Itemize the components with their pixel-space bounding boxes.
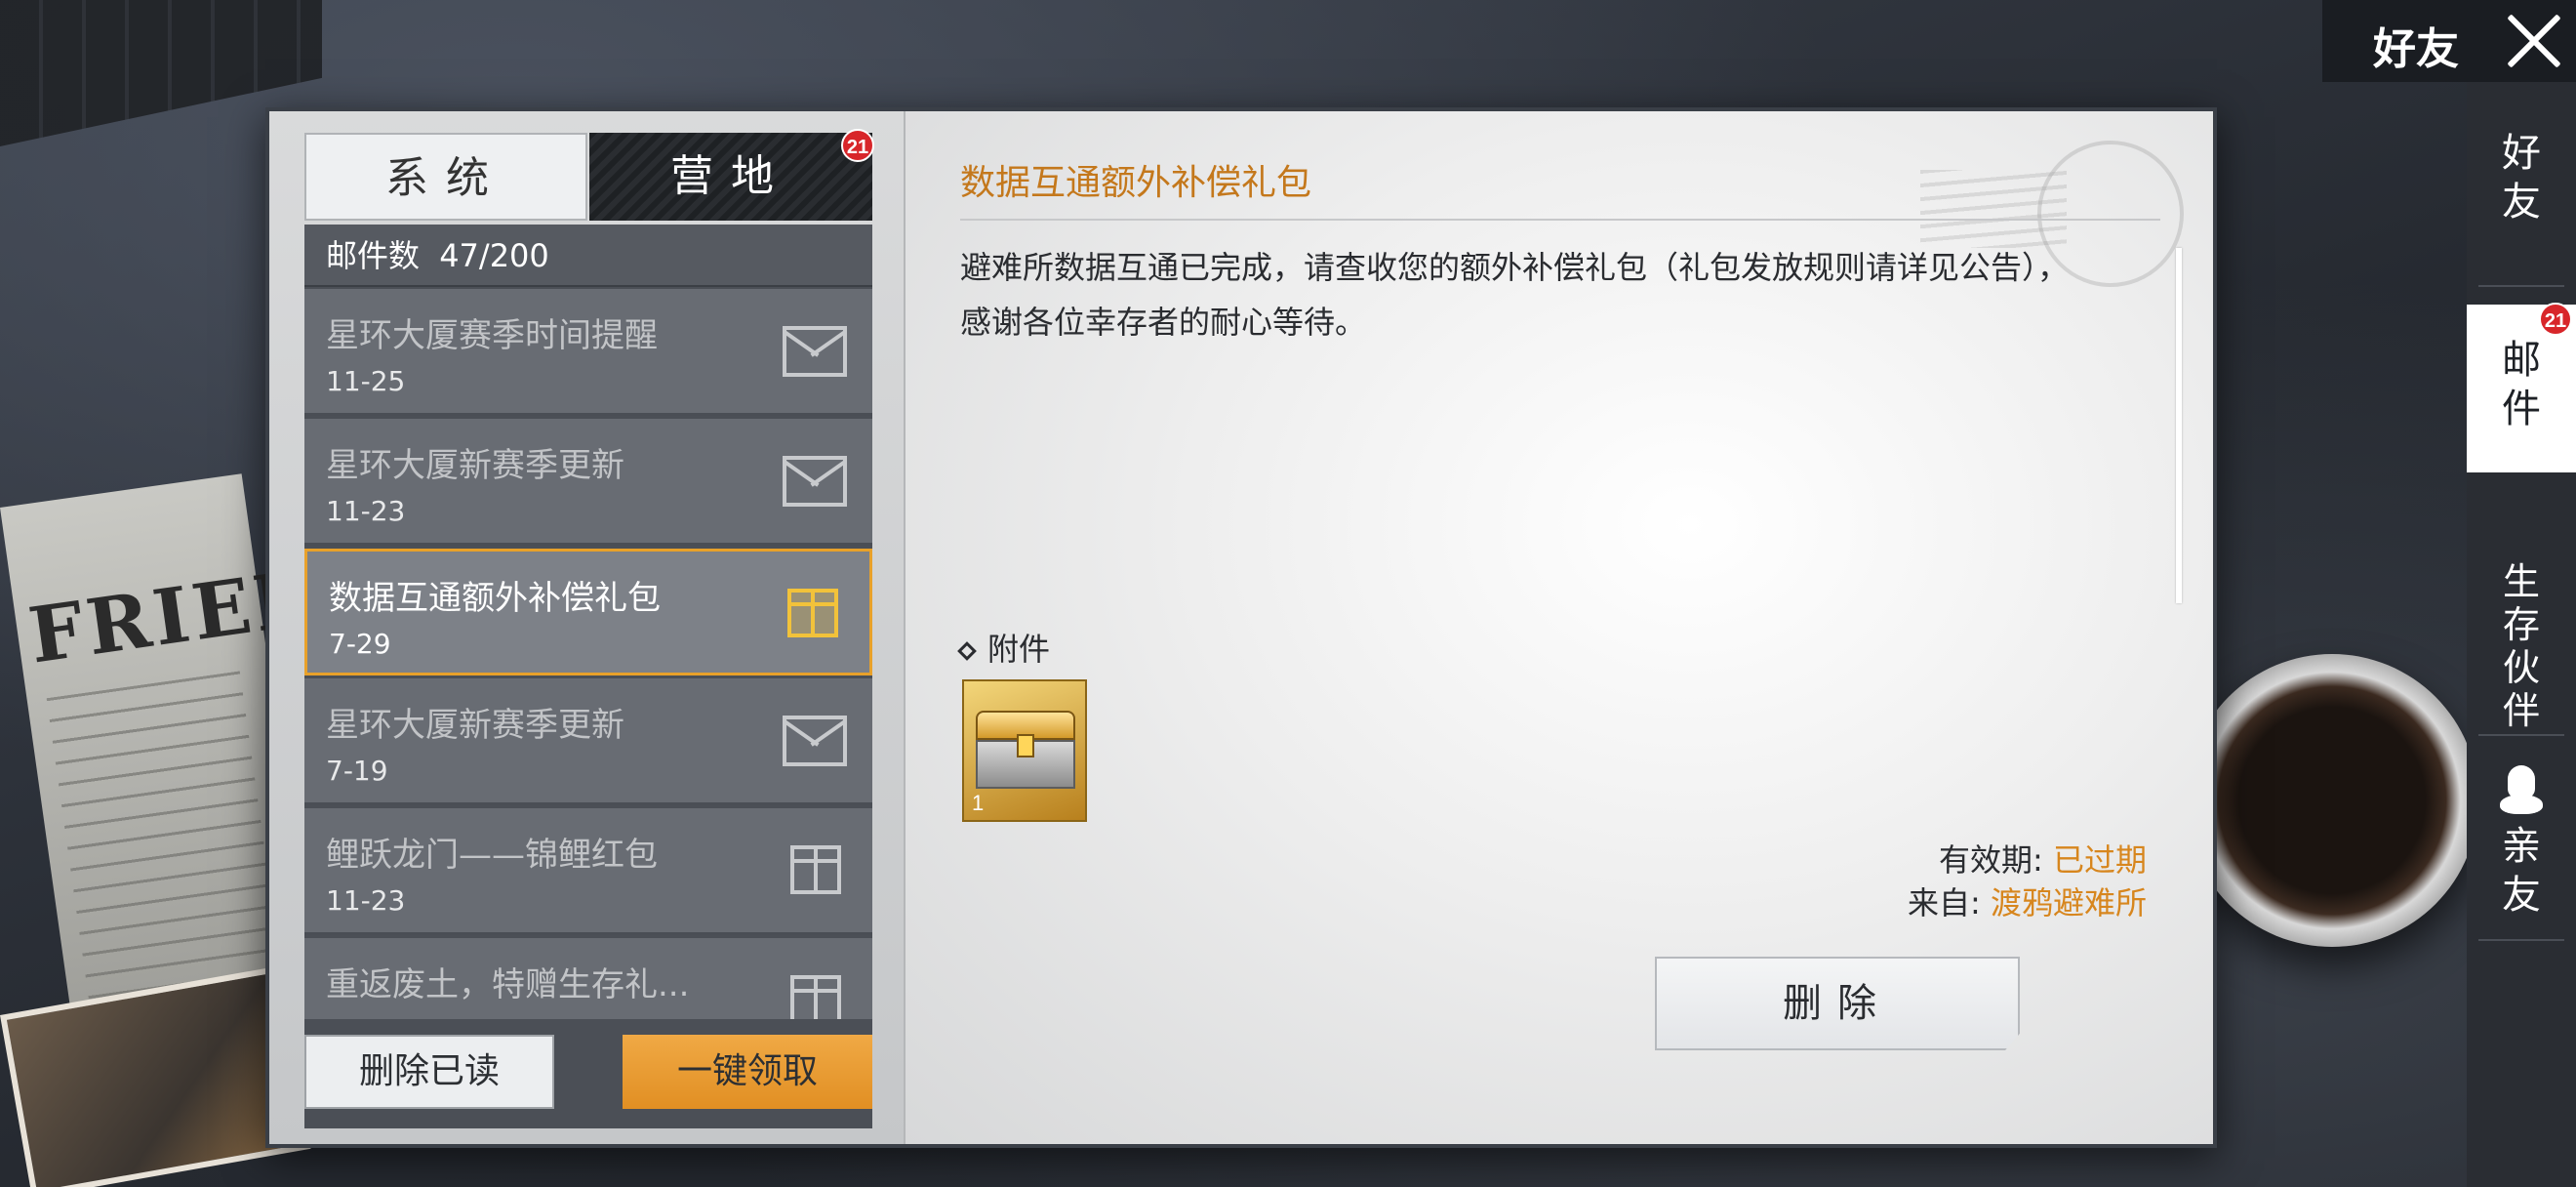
qq-icon bbox=[2500, 765, 2543, 816]
mail-subject: 鲤跃龙门——锦鲤红包 bbox=[326, 836, 658, 875]
gift-icon bbox=[790, 845, 841, 894]
mail-detail: 数据互通额外补偿礼包 避难所数据互通已完成，请查收您的额外补偿礼包（礼包发放规则… bbox=[904, 111, 2213, 1144]
top-bar: 好友 bbox=[2322, 0, 2576, 82]
diamond-icon bbox=[957, 641, 977, 661]
sender-value: 渡鸦避难所 bbox=[1990, 884, 2147, 921]
side-tab-label: 邮件 bbox=[2502, 338, 2541, 431]
attachment-count: 1 bbox=[972, 791, 985, 815]
sender-label: 来自: bbox=[1908, 884, 1981, 921]
attachments-label: 附件 bbox=[987, 631, 1051, 668]
gift-icon bbox=[790, 975, 841, 1019]
delete-read-button[interactable]: 删除已读 bbox=[304, 1035, 554, 1109]
mail-subject: 数据互通额外补偿礼包 bbox=[329, 579, 661, 618]
mail-subject: 重返废土，特赠生存礼... bbox=[326, 965, 690, 1004]
list-item[interactable]: 星环大厦新赛季更新 7-19 bbox=[304, 678, 872, 805]
tab-camp-label: 营地 bbox=[670, 151, 791, 201]
list-item-selected[interactable]: 数据互通额外补偿礼包 7-29 bbox=[304, 549, 872, 675]
divider bbox=[2478, 939, 2564, 941]
mail-date: 11-23 bbox=[326, 495, 406, 527]
camp-badge: 21 bbox=[841, 129, 874, 162]
mail-list[interactable]: 星环大厦赛季时间提醒 11-25 星环大厦新赛季更新 11-23 数据互通额外补… bbox=[304, 289, 872, 1019]
side-tab-friends[interactable]: 好友 bbox=[2467, 111, 2576, 287]
side-tab-mail[interactable]: 邮件 21 bbox=[2467, 303, 2576, 472]
expiry-label: 有效期: bbox=[1939, 841, 2043, 879]
envelope-icon bbox=[783, 456, 847, 507]
mail-subject: 星环大厦新赛季更新 bbox=[326, 706, 624, 745]
close-icon[interactable] bbox=[2504, 12, 2562, 70]
photo-decoration bbox=[0, 965, 311, 1187]
mail-list-column: 系统 营地 21 邮件数 47/200 星环大厦赛季时间提醒 11-25 星环大… bbox=[269, 111, 904, 1144]
scrollbar[interactable] bbox=[2176, 248, 2182, 603]
list-item[interactable]: 重返废土，特赠生存礼... bbox=[304, 938, 872, 1019]
mail-body: 避难所数据互通已完成，请查收您的额外补偿礼包（礼包发放规则请详见公告），感谢各位… bbox=[960, 249, 2070, 341]
mail-date: 7-29 bbox=[329, 628, 391, 660]
mail-count-value: 47/200 bbox=[439, 237, 549, 274]
list-item[interactable]: 星环大厦新赛季更新 11-23 bbox=[304, 419, 872, 546]
delete-button[interactable]: 删除 bbox=[1655, 957, 2020, 1050]
mail-badge: 21 bbox=[2539, 303, 2572, 336]
divider bbox=[2478, 285, 2564, 287]
newspaper-text-lines bbox=[46, 671, 284, 1008]
treasure-chest-icon bbox=[976, 711, 1075, 789]
side-tab-label: 生存伙伴 bbox=[2502, 560, 2540, 732]
mail-date: 11-25 bbox=[326, 365, 406, 397]
list-item[interactable]: 鲤跃龙门——锦鲤红包 11-23 bbox=[304, 808, 872, 935]
mail-panel: 系统 营地 21 邮件数 47/200 星环大厦赛季时间提醒 11-25 星环大… bbox=[265, 107, 2217, 1148]
list-item[interactable]: 星环大厦赛季时间提醒 11-25 bbox=[304, 289, 872, 416]
envelope-icon bbox=[783, 326, 847, 377]
envelope-icon bbox=[783, 716, 847, 766]
mail-title: 数据互通额外补偿礼包 bbox=[960, 163, 1312, 203]
claim-all-button[interactable]: 一键领取 bbox=[623, 1035, 872, 1109]
mail-subject: 星环大厦赛季时间提醒 bbox=[326, 316, 658, 355]
divider bbox=[960, 219, 2160, 221]
sender-row: 来自: 渡鸦避难所 bbox=[1908, 879, 2147, 923]
tab-camp[interactable]: 营地 21 bbox=[589, 129, 874, 221]
attachment-item[interactable]: 1 bbox=[962, 679, 1087, 822]
expiry-row: 有效期: 已过期 bbox=[1939, 836, 2147, 880]
mail-subject: 星环大厦新赛季更新 bbox=[326, 446, 624, 485]
mail-count-label: 邮件数 bbox=[326, 237, 421, 274]
side-tab-close-friends[interactable]: 亲友 bbox=[2467, 746, 2576, 941]
side-tab-bar: 好友 邮件 21 生存伙伴 亲友 bbox=[2467, 82, 2576, 1187]
coffee-cup-decoration bbox=[2186, 654, 2478, 947]
tab-system[interactable]: 系统 bbox=[304, 133, 587, 221]
mail-date: 11-23 bbox=[326, 884, 406, 917]
gift-icon bbox=[787, 589, 838, 637]
page-title: 好友 bbox=[2373, 24, 2459, 74]
side-tab-label: 好友 bbox=[2502, 131, 2541, 225]
mail-list-container: 邮件数 47/200 星环大厦赛季时间提醒 11-25 星环大厦新赛季更新 11… bbox=[304, 225, 872, 1128]
expiry-value: 已过期 bbox=[2052, 841, 2147, 879]
mail-date: 7-19 bbox=[326, 755, 388, 787]
mail-count: 邮件数 47/200 bbox=[304, 225, 872, 287]
side-tab-partners[interactable]: 生存伙伴 bbox=[2467, 541, 2576, 736]
divider bbox=[2478, 734, 2564, 736]
side-tab-label: 亲友 bbox=[2502, 824, 2541, 918]
attachments-heading: 附件 bbox=[957, 625, 1051, 670]
